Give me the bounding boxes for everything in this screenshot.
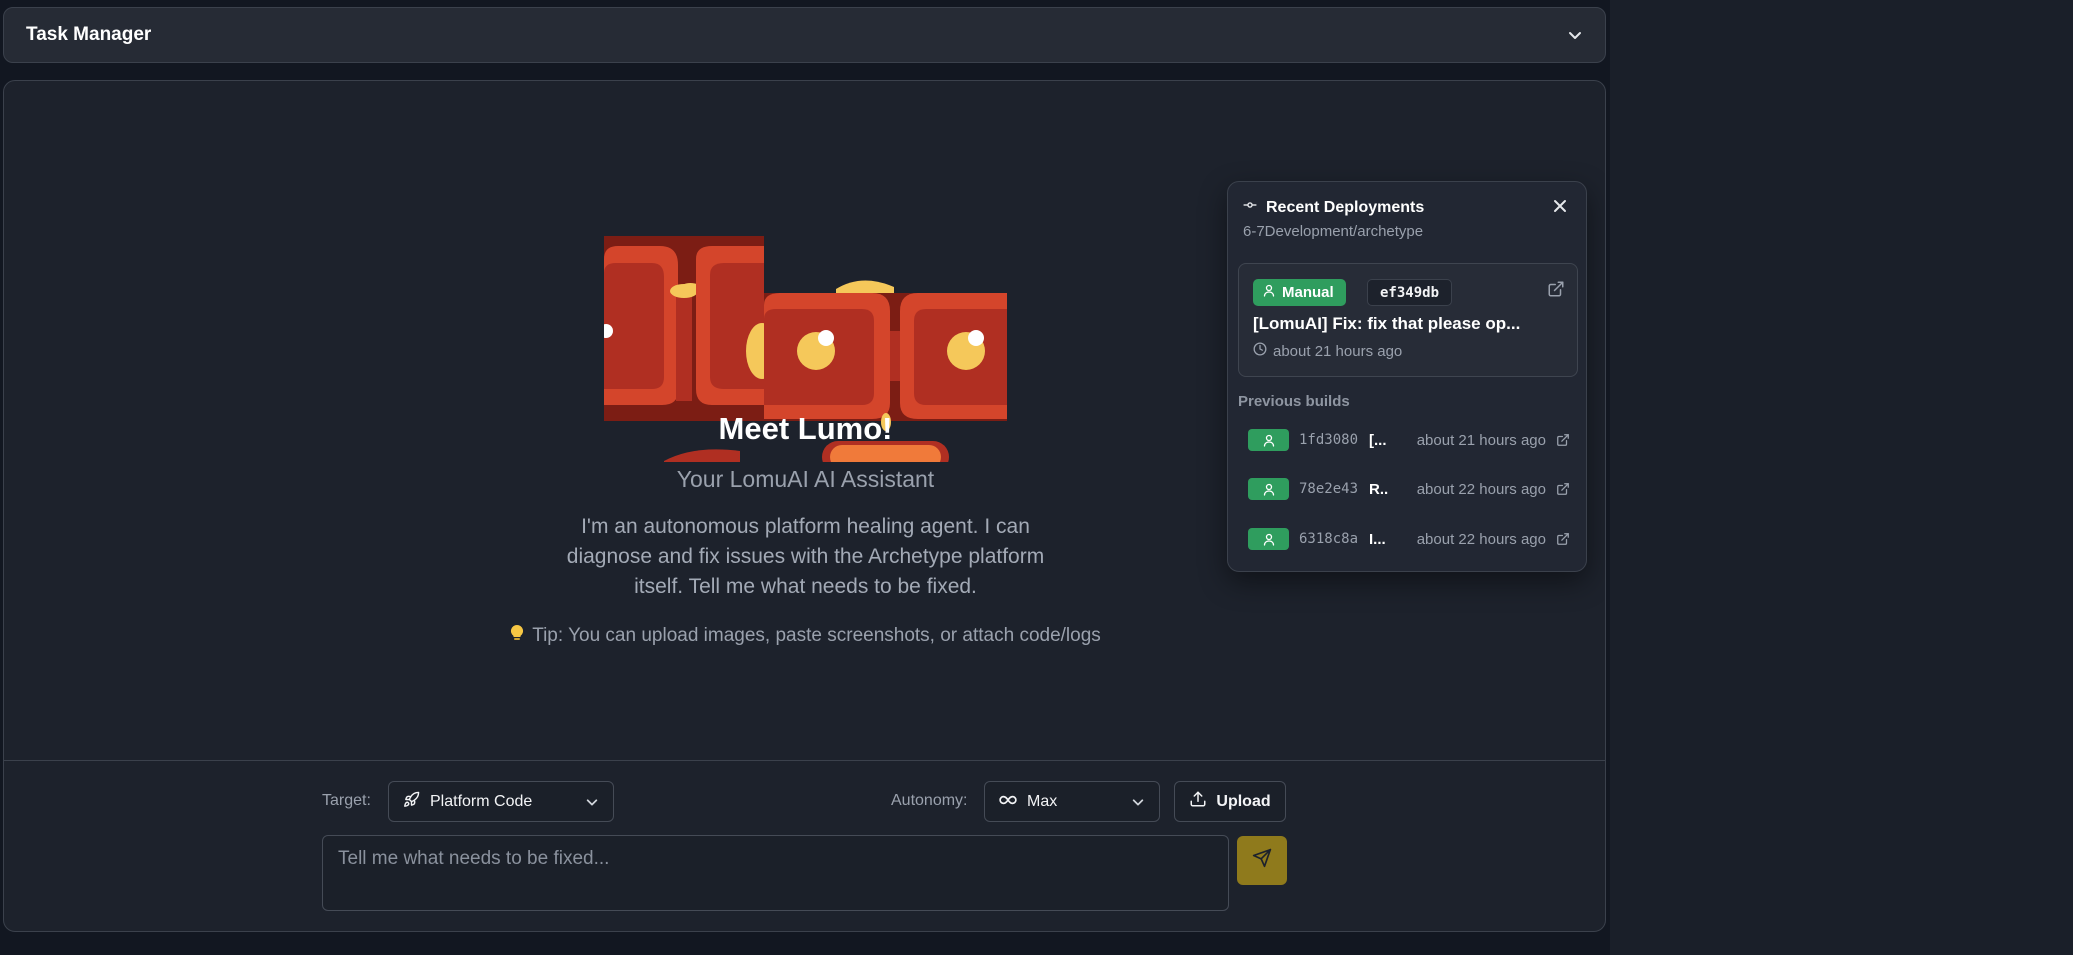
upload-button-label: Upload (1216, 792, 1271, 810)
build-time: about 21 hours ago (1416, 431, 1546, 449)
build-time: about 22 hours ago (1416, 530, 1546, 548)
git-commit-icon (1243, 198, 1257, 217)
build-hash: 6318c8a (1299, 531, 1359, 547)
build-row[interactable]: 1fd3080 [... about 21 hours ago (1248, 428, 1570, 452)
autonomy-select[interactable]: Max (984, 781, 1160, 822)
send-button[interactable] (1237, 836, 1287, 885)
user-icon (1248, 478, 1289, 500)
build-message: [... (1369, 431, 1387, 449)
hero-description: I'm an autonomous platform healing agent… (566, 515, 1045, 598)
lightbulb-icon (510, 624, 524, 648)
external-link-icon[interactable] (1556, 433, 1570, 447)
user-icon (1248, 429, 1289, 451)
deployment-time-text: about 21 hours ago (1273, 342, 1403, 360)
build-message: I... (1369, 530, 1386, 548)
build-time: about 22 hours ago (1416, 480, 1546, 498)
latest-deployment-card[interactable]: Manual ef349db [LomuAI] Fix: fix that pl… (1238, 263, 1578, 377)
build-row[interactable]: 78e2e43 R.. about 22 hours ago (1248, 477, 1570, 501)
recent-deployments-panel: Recent Deployments 6-7Development/archet… (1227, 181, 1587, 572)
trigger-badge: Manual (1253, 279, 1346, 306)
trigger-badge-label: Manual (1282, 284, 1334, 301)
target-select[interactable]: Platform Code (388, 781, 614, 822)
chevron-down-icon (1131, 795, 1145, 809)
app-root: Task Manager Meet Lumo! Your LomuAI AI A… (0, 0, 2073, 955)
target-label: Target: (322, 792, 371, 809)
message-input[interactable] (322, 835, 1229, 911)
composer-divider (4, 760, 1605, 761)
external-link-icon[interactable] (1556, 532, 1570, 546)
commit-hash: ef349db (1367, 279, 1453, 306)
infinity-icon (999, 793, 1017, 811)
deployments-header: Recent Deployments (1243, 198, 1424, 217)
build-row[interactable]: 6318c8a I... about 22 hours ago (1248, 527, 1570, 551)
upload-button[interactable]: Upload (1174, 781, 1286, 822)
build-message: R.. (1369, 480, 1389, 498)
build-hash: 1fd3080 (1299, 432, 1359, 448)
send-icon (1252, 848, 1272, 873)
autonomy-select-value: Max (1027, 792, 1058, 810)
upload-tip: Tip: You can upload images, paste screen… (4, 624, 1605, 648)
deployment-time: about 21 hours ago (1253, 342, 1402, 360)
task-manager-title: Task Manager (26, 24, 152, 45)
tip-text: Tip: You can upload images, paste screen… (532, 625, 1101, 646)
clock-icon (1253, 342, 1267, 360)
chevron-down-icon (585, 795, 599, 809)
commit-message: [LomuAI] Fix: fix that please op... (1253, 314, 1521, 333)
build-hash: 78e2e43 (1299, 481, 1359, 497)
task-manager-bar[interactable]: Task Manager (3, 7, 1606, 63)
rocket-icon (403, 791, 420, 813)
previous-builds-label: Previous builds (1238, 393, 1350, 410)
target-select-value: Platform Code (430, 792, 533, 810)
upload-icon (1189, 790, 1207, 813)
deployments-repo: 6-7Development/archetype (1243, 223, 1424, 240)
user-icon (1248, 528, 1289, 550)
empty-side-area (1610, 0, 2073, 955)
deployments-title: Recent Deployments (1266, 198, 1425, 216)
chat-panel: Meet Lumo! Your LomuAI AI Assistant I'm … (3, 80, 1606, 932)
autonomy-label: Autonomy: (891, 792, 968, 809)
close-icon[interactable] (1552, 198, 1568, 219)
external-link-icon[interactable] (1547, 280, 1565, 303)
external-link-icon[interactable] (1556, 482, 1570, 496)
user-icon (1263, 284, 1275, 301)
chevron-down-icon[interactable] (1567, 27, 1583, 43)
